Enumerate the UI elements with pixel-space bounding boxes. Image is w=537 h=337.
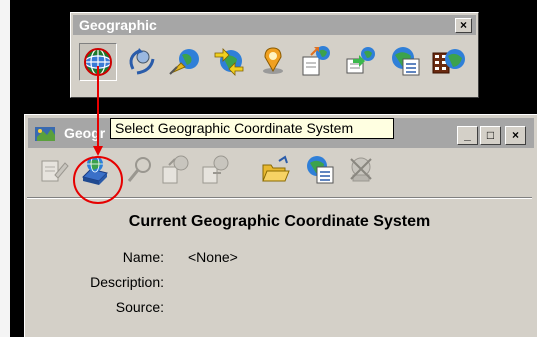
edit-gcs-button[interactable]: [37, 153, 71, 187]
description-label: Description:: [90, 274, 164, 290]
export-gcs-button[interactable]: [159, 153, 193, 187]
import-gcs-button[interactable]: [199, 153, 233, 187]
name-label: Name:: [122, 249, 164, 265]
open-folder-button[interactable]: [259, 153, 293, 187]
select-gcs-icon: [82, 155, 108, 185]
globe-list-icon: [307, 156, 334, 184]
rotate-view-icon: [129, 48, 155, 75]
geographic-toolbar: Geographic ×: [70, 12, 479, 98]
minimize-button[interactable]: _: [457, 126, 478, 145]
doc-edit-icon: [41, 160, 69, 182]
tooltip: Select Geographic Coordinate System: [110, 118, 394, 139]
globe-grid-icon: [84, 48, 112, 76]
export-gcs-icon: [162, 155, 189, 184]
field-row-description: Description:: [25, 274, 534, 296]
field-row-source: Source:: [25, 299, 534, 321]
globe-list-icon: [392, 47, 420, 76]
field-row-name: Name: <None>: [25, 249, 534, 271]
delete-gcs-button[interactable]: [345, 153, 379, 187]
import-globe-button[interactable]: [343, 43, 381, 81]
maximize-button[interactable]: □: [480, 126, 501, 145]
globe-pin-button[interactable]: [167, 43, 205, 81]
open-folder-icon: [262, 155, 290, 182]
globe-list-button[interactable]: [387, 43, 425, 81]
section-title: Current Geographic Coordinate System: [128, 213, 431, 230]
geographic-dialog: Geogr _ □ × Current Geographic Coordinat…: [24, 114, 537, 337]
globe-grid-button[interactable]: [79, 43, 117, 81]
toolbar-titlebar[interactable]: Geographic ×: [73, 15, 476, 35]
pin-button[interactable]: [123, 153, 157, 187]
rotate-view-button[interactable]: [123, 43, 161, 81]
name-value: <None>: [188, 249, 238, 265]
globe-arrows-icon: [214, 48, 244, 76]
toolbar-title: Geographic: [79, 17, 157, 33]
import-gcs-icon: [202, 155, 229, 184]
place-marker-button[interactable]: [255, 43, 293, 81]
toolbar-separator: [27, 197, 532, 199]
background-strip: [0, 0, 10, 337]
toolbar-close-button[interactable]: ×: [455, 18, 472, 33]
select-gcs-button[interactable]: [77, 153, 111, 187]
dialog-toolbar: [27, 151, 533, 193]
export-globe-icon: [302, 46, 330, 76]
import-globe-icon: [346, 47, 375, 74]
globe-arrows-button[interactable]: [211, 43, 249, 81]
globe-pin-icon: [169, 49, 199, 75]
app-icon: [35, 127, 55, 141]
close-button[interactable]: ×: [505, 126, 526, 145]
place-marker-icon: [263, 47, 283, 74]
toolbar-icons: [79, 43, 474, 93]
film-globe-icon: [432, 49, 465, 74]
dialog-title: Geogr: [64, 125, 106, 141]
film-globe-button[interactable]: [431, 43, 469, 81]
export-globe-button[interactable]: [299, 43, 337, 81]
pin-icon: [127, 157, 151, 182]
source-label: Source:: [115, 299, 164, 315]
list-gcs-button[interactable]: [303, 153, 337, 187]
delete-gcs-icon: [350, 157, 372, 182]
